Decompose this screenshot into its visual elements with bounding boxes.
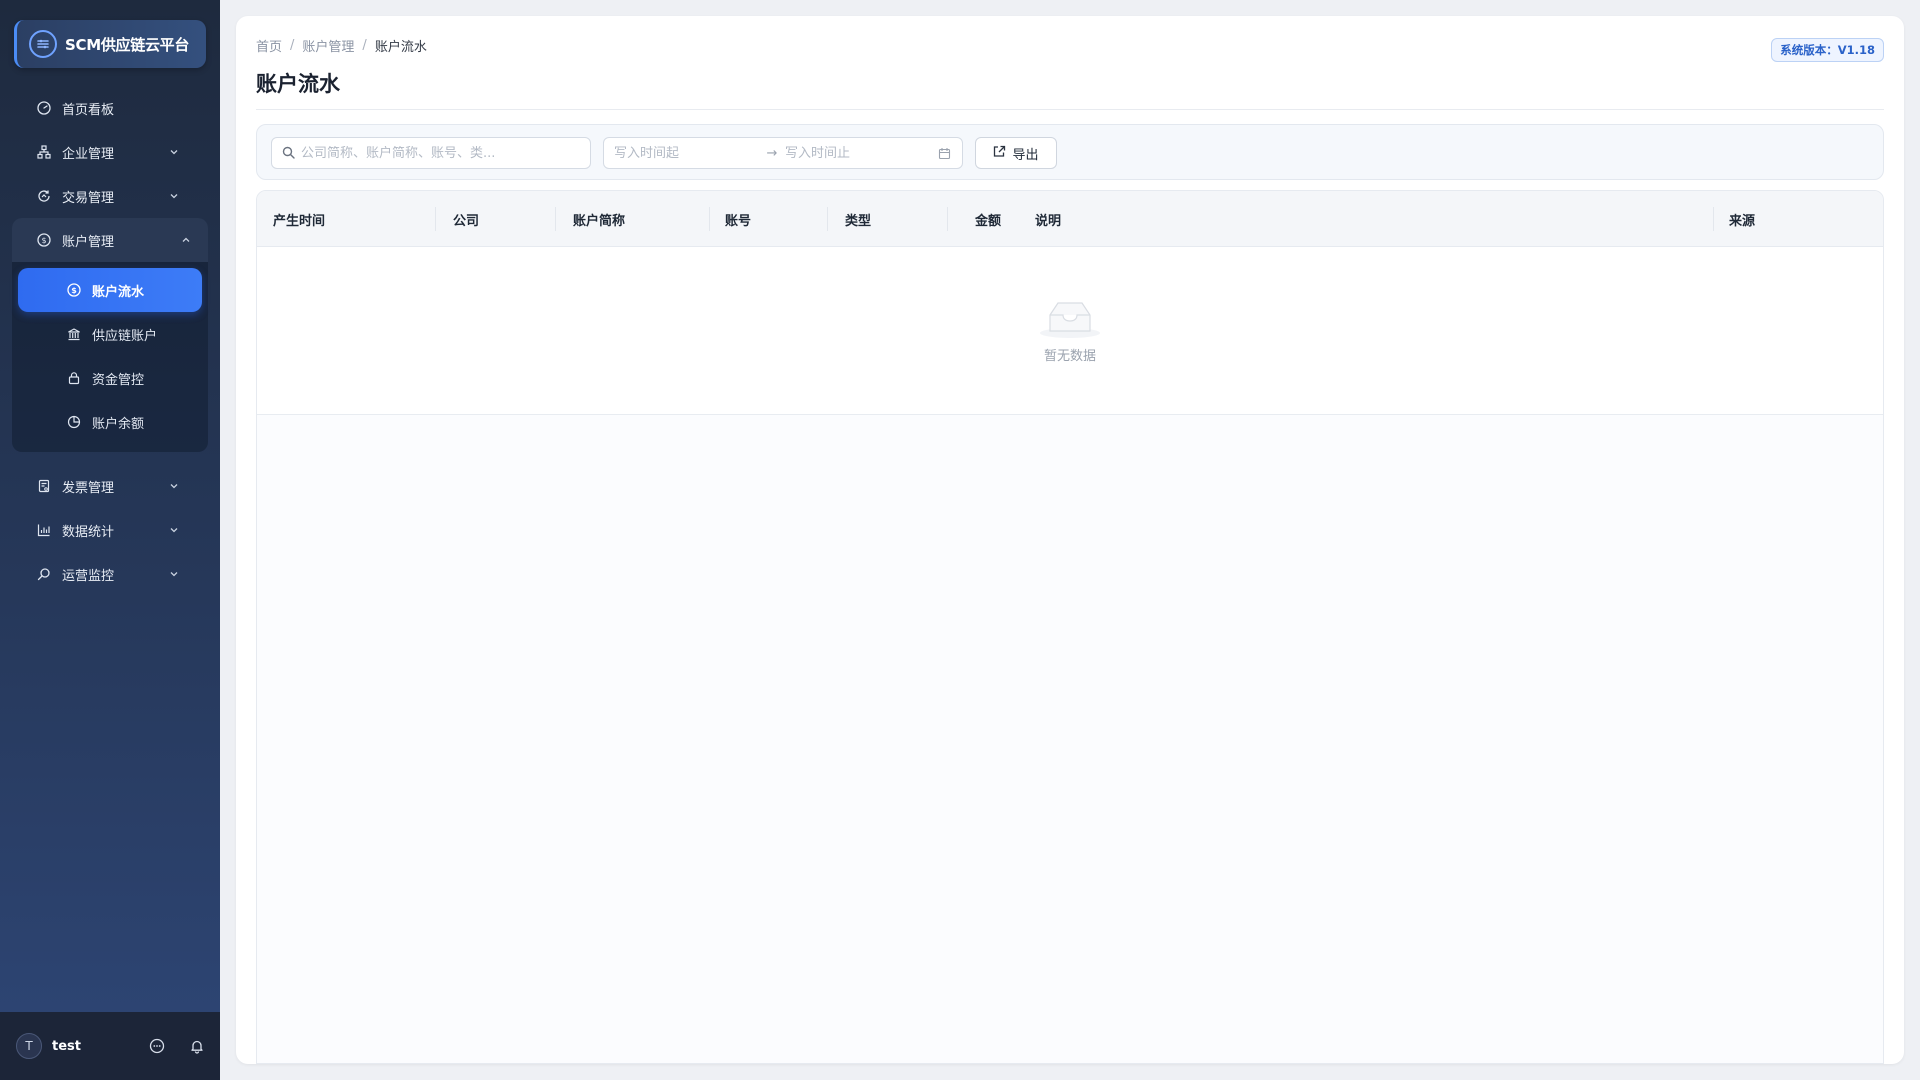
date-start-input[interactable] [614,145,759,161]
bar-chart-icon [36,522,52,538]
app-title: SCM供应链云平台 [65,35,190,54]
search-input[interactable] [301,145,581,161]
column-header[interactable]: 产生时间 [273,191,325,247]
chevron-down-icon [168,190,180,202]
sidebar-item-label: 交易管理 [62,190,115,206]
column-divider[interactable] [709,207,710,231]
avatar[interactable]: T [16,1033,42,1059]
column-header[interactable]: 账号 [725,191,751,247]
sidebar-item-statistics[interactable]: 数据统计 [0,508,220,552]
export-label: 导出 [1012,146,1039,162]
transaction-icon [36,188,52,204]
sidebar-item-invoice[interactable]: 发票管理 [0,464,220,508]
search-icon [282,144,295,163]
invoice-icon [36,478,52,494]
column-header[interactable]: 类型 [845,191,871,247]
sidebar-subitem-account-balance[interactable]: 账户余额 [18,400,202,444]
sidebar-item-operations[interactable]: 运营监控 [0,552,220,596]
sidebar-subitem-label: 账户流水 [92,284,145,300]
empty-state: 暂无数据 [257,247,1883,415]
data-table: 产生时间 公司 账户简称 账号 类型 金额 说明 来源 暂无数据 [256,190,1884,1064]
empty-text: 暂无数据 [1043,349,1096,364]
sidebar-item-label: 账户管理 [62,234,115,250]
svg-text:$: $ [71,286,77,295]
breadcrumb-separator: / [362,38,367,53]
chevron-down-icon [168,568,180,580]
column-divider[interactable] [435,207,436,231]
sidebar-item-label: 运营监控 [62,568,115,584]
dollar-circle-icon: $ [36,232,52,248]
sidebar: SCM供应链云平台 首页看板 企业管理 交易管理 $ 账户管理 $ 账户流水 供… [0,0,220,1080]
sidebar-subitem-label: 供应链账户 [92,328,158,344]
sidebar-item-label: 发票管理 [62,480,115,496]
sidebar-item-account[interactable]: $ 账户管理 [12,218,208,262]
version-badge: 系统版本：V1.18 [1771,38,1884,62]
sidebar-nav: 首页看板 企业管理 交易管理 $ 账户管理 $ 账户流水 供应链账户 资金管控 … [0,86,220,452]
chevron-down-icon [168,480,180,492]
chevron-down-icon [168,146,180,158]
lock-icon [66,370,82,386]
date-range-picker[interactable]: → [603,137,963,169]
breadcrumb: 首页 / 账户管理 / 账户流水 [256,36,427,55]
username: test [52,1038,81,1054]
app-logo[interactable]: SCM供应链云平台 [14,20,206,68]
column-divider[interactable] [827,207,828,231]
sidebar-item-enterprise[interactable]: 企业管理 [0,130,220,174]
column-divider[interactable] [555,207,556,231]
sidebar-subitem-fund-control[interactable]: 资金管控 [18,356,202,400]
monitor-search-icon [36,566,52,582]
sidebar-item-trade[interactable]: 交易管理 [0,174,220,218]
table-header: 产生时间 公司 账户简称 账号 类型 金额 说明 来源 [257,191,1883,247]
column-header[interactable]: 说明 [1035,191,1061,247]
range-arrow-icon: → [766,145,778,161]
calendar-icon[interactable] [938,146,952,160]
main-content: 首页 / 账户管理 / 账户流水 账户流水 系统版本：V1.18 → 导出 [236,16,1904,1064]
dollar-circle-icon: $ [66,282,82,298]
export-icon [993,145,1006,161]
page-title: 账户流水 [256,72,340,96]
sidebar-subitem-label: 账户余额 [92,416,145,432]
footer-actions [148,1037,206,1055]
message-icon[interactable] [148,1037,166,1055]
breadcrumb-home[interactable]: 首页 [256,36,282,55]
dashboard-icon [36,100,52,116]
column-divider[interactable] [1713,207,1714,231]
breadcrumb-separator: / [290,38,295,53]
bell-icon[interactable] [188,1037,206,1055]
logo-icon [29,30,57,58]
column-header[interactable]: 账户简称 [573,191,625,247]
pie-icon [66,414,82,430]
sidebar-subitem-supply-chain-account[interactable]: 供应链账户 [18,312,202,356]
sidebar-group-account: $ 账户管理 $ 账户流水 供应链账户 资金管控 账户余额 [12,218,208,452]
breadcrumb-account-management[interactable]: 账户管理 [302,36,354,55]
search-box[interactable] [271,137,591,169]
org-icon [36,144,52,160]
column-header[interactable]: 来源 [1729,191,1755,247]
column-divider[interactable] [947,207,948,231]
divider [256,109,1884,110]
svg-text:$: $ [41,236,46,245]
sidebar-subitem-account-flow[interactable]: $ 账户流水 [18,268,202,312]
sidebar-item-label: 企业管理 [62,146,115,162]
export-button[interactable]: 导出 [975,137,1057,169]
sidebar-footer: T test [0,1012,220,1080]
date-end-input[interactable] [785,145,930,161]
sidebar-item-label: 数据统计 [62,524,115,540]
breadcrumb-current: 账户流水 [374,40,427,55]
filter-bar: → 导出 [256,124,1884,180]
chevron-down-icon [168,524,180,536]
column-header[interactable]: 金额 [975,191,1001,247]
chevron-up-icon [180,234,192,246]
bank-icon [66,326,82,342]
sidebar-subitem-label: 资金管控 [92,372,145,388]
sidebar-nav-lower: 发票管理 数据统计 运营监控 [0,464,220,596]
sidebar-item-label: 首页看板 [62,102,115,118]
empty-inbox-icon [1040,302,1100,338]
sidebar-item-dashboard[interactable]: 首页看板 [0,86,220,130]
column-header[interactable]: 公司 [453,191,479,247]
